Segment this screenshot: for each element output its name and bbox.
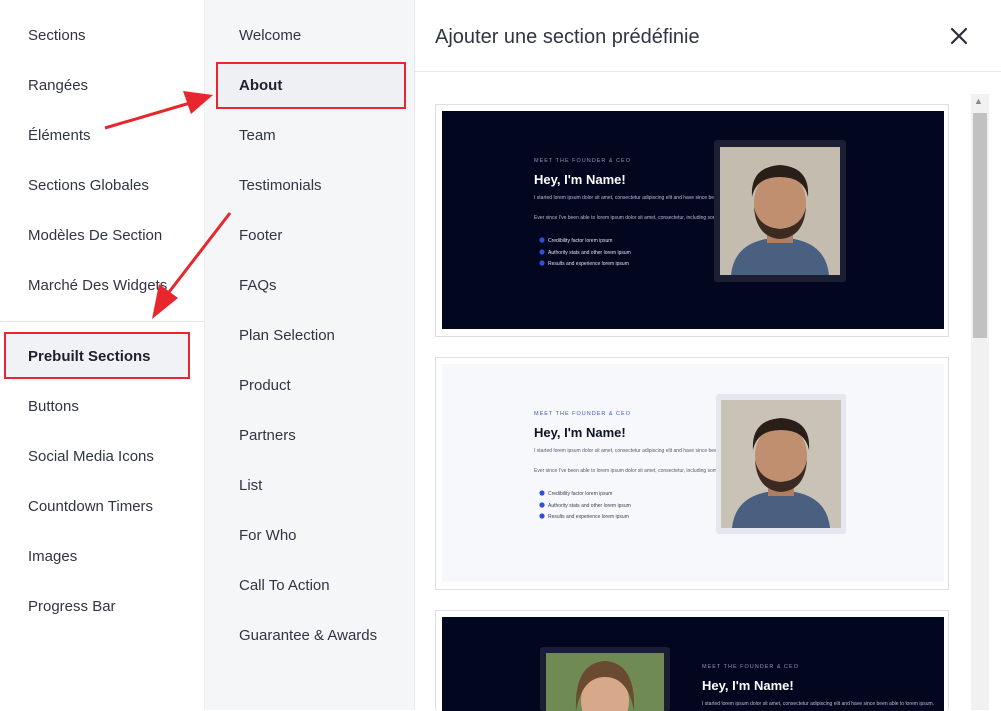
scrollbar-thumb[interactable] [973,113,987,338]
panel-header: Ajouter une section prédéfinie [415,0,1001,72]
preview-1-bullet-3: Results and experience lorem ipsum [548,261,629,267]
preview-1-bullet-2: Authority stats and other lorem ipsum [548,250,631,256]
section-preview-2[interactable]: MEET THE FOUNDER & CEO Hey, I'm Name! I … [435,357,949,590]
nav-item-modeles-de-section[interactable]: Modèles De Section [28,227,162,244]
bullet-icon [539,513,545,519]
bullet-icon [539,237,545,243]
nav-item-images[interactable]: Images [28,548,77,565]
preview-panel: Ajouter une section prédéfinie MEET THE … [415,0,1001,711]
category-product[interactable]: Product [239,377,291,394]
category-call-to-action[interactable]: Call To Action [239,577,330,594]
category-footer[interactable]: Footer [239,227,282,244]
nav-item-prebuilt-sections[interactable]: Prebuilt Sections [28,348,151,365]
preview-3-eyebrow: MEET THE FOUNDER & CEO [702,664,799,670]
preview-2-bullet-3: Results and experience lorem ipsum [548,514,629,520]
nav-item-countdown-timers[interactable]: Countdown Timers [28,498,153,515]
category-testimonials[interactable]: Testimonials [239,177,322,194]
nav-item-marche-des-widgets[interactable]: Marché Des Widgets [28,277,167,294]
preview-3-canvas: MEET THE FOUNDER & CEO Hey, I'm Name! I … [442,617,944,711]
nav-item-buttons[interactable]: Buttons [28,398,79,415]
preview-2-bullet-1: Credibility factor lorem ipsum [548,491,612,497]
bullet-icon [539,502,545,508]
nav-item-elements[interactable]: Éléments [28,127,91,144]
founder-portrait-image [540,647,670,711]
bullet-icon [539,249,545,255]
element-type-sidebar: Sections Rangées Éléments Sections Globa… [0,0,205,710]
preview-1-bullet-1: Credibility factor lorem ipsum [548,238,612,244]
section-preview-1[interactable]: MEET THE FOUNDER & CEO Hey, I'm Name! I … [435,104,949,337]
category-team[interactable]: Team [239,127,276,144]
nav-item-sections-globales[interactable]: Sections Globales [28,177,149,194]
category-partners[interactable]: Partners [239,427,296,444]
panel-title: Ajouter une section prédéfinie [435,26,700,48]
close-button[interactable] [945,22,973,50]
scroll-up-icon[interactable]: ▲ [974,96,983,106]
sidebar-divider [0,321,204,322]
nav-item-social-media-icons[interactable]: Social Media Icons [28,448,154,465]
nav-item-progress-bar[interactable]: Progress Bar [28,598,116,615]
section-preview-3[interactable]: MEET THE FOUNDER & CEO Hey, I'm Name! I … [435,610,949,711]
bullet-icon [539,260,545,266]
founder-portrait-image [716,394,846,534]
category-guarantee-awards[interactable]: Guarantee & Awards [239,627,377,644]
preview-2-eyebrow: MEET THE FOUNDER & CEO [534,411,631,417]
category-welcome[interactable]: Welcome [239,27,301,44]
close-icon [950,27,968,45]
category-list[interactable]: List [239,477,262,494]
preview-1-eyebrow: MEET THE FOUNDER & CEO [534,158,631,164]
preview-3-heading: Hey, I'm Name! [702,678,794,693]
founder-portrait-image [714,140,846,282]
category-for-who[interactable]: For Who [239,527,297,544]
nav-item-rangees[interactable]: Rangées [28,77,88,94]
preview-2-canvas: MEET THE FOUNDER & CEO Hey, I'm Name! I … [442,364,944,582]
preview-1-canvas: MEET THE FOUNDER & CEO Hey, I'm Name! I … [442,111,944,329]
category-faqs[interactable]: FAQs [239,277,277,294]
nav-item-sections[interactable]: Sections [28,27,86,44]
preview-1-heading: Hey, I'm Name! [534,172,626,187]
preview-2-bullet-2: Authority stats and other lorem ipsum [548,503,631,509]
preview-3-para1: I started lorem ipsum dolor sit amet, co… [702,701,934,707]
preview-2-heading: Hey, I'm Name! [534,425,626,440]
category-about[interactable]: About [239,77,282,94]
bullet-icon [539,490,545,496]
category-plan-selection[interactable]: Plan Selection [239,327,335,344]
